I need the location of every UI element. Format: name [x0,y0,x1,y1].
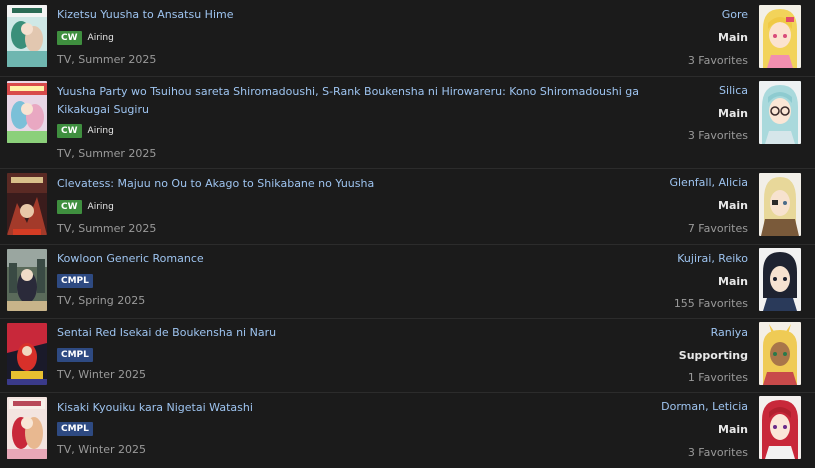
list-status-badge: CMPL [57,273,93,288]
character-role: Main [718,31,748,44]
favorites-count: 3 Favorites [687,129,748,142]
anime-title[interactable]: Sentai Red Isekai de Boukensha ni Naru [57,324,642,342]
character-role: Main [718,107,748,120]
favorites-count: 7 Favorites [687,222,748,235]
list-item: Kisaki Kyouiku kara Nigetai Watashi CMPL… [0,392,815,468]
dark-hair-girl-portrait[interactable] [759,248,801,311]
anime-cover-image[interactable] [7,81,47,143]
anime-format-season: TV, Summer 2025 [57,53,157,66]
anime-format-season: TV, Summer 2025 [57,222,157,235]
anime-title[interactable]: Clevatess: Majuu no Ou to Akago to Shika… [57,175,642,193]
status-badges: CW Airing [57,30,114,45]
airing-status: Airing [87,32,114,43]
favorites-count: 155 Favorites [673,297,748,310]
anime-cover-image[interactable] [7,397,47,459]
list-status-badge: CMPL [57,421,93,436]
status-badges: CW Airing [57,123,114,138]
anime-format-season: TV, Spring 2025 [57,294,146,307]
list-item: Kizetsu Yuusha to Ansatsu Hime CW Airing… [0,0,815,76]
character-name[interactable]: Gore [722,8,748,21]
anime-cover-image[interactable] [7,173,47,235]
character-name[interactable]: Raniya [711,326,748,339]
character-name[interactable]: Silica [719,84,748,97]
status-badges: CMPL [57,273,93,288]
airing-status: Airing [87,201,114,212]
list-status-badge: CW [57,30,82,45]
character-name[interactable]: Kujirai, Reiko [677,252,748,265]
favorites-count: 3 Favorites [687,54,748,67]
anime-cover-image[interactable] [7,249,47,311]
character-name[interactable]: Dorman, Leticia [661,400,748,413]
list-status-badge: CW [57,123,82,138]
teal-hair-glasses-girl-portrait[interactable] [759,81,801,144]
anime-format-season: TV, Winter 2025 [57,368,146,381]
anime-title[interactable]: Kizetsu Yuusha to Ansatsu Hime [57,6,642,24]
favorites-count: 3 Favorites [687,446,748,459]
red-hair-girl-portrait[interactable] [759,396,801,459]
favorites-count: 1 Favorites [687,371,748,384]
character-role: Main [718,275,748,288]
character-role: Supporting [678,349,748,362]
character-name[interactable]: Glenfall, Alicia [669,176,748,189]
airing-status: Airing [87,125,114,136]
character-role: Main [718,423,748,436]
blonde-bunny-girl-portrait[interactable] [759,322,801,385]
blonde-girl-portrait[interactable] [759,5,801,68]
status-badges: CMPL [57,347,93,362]
blonde-eyepatch-girl-portrait[interactable] [759,173,801,236]
list-status-badge: CMPL [57,347,93,362]
list-item: Kowloon Generic Romance CMPL TV, Spring … [0,244,815,318]
anime-cover-image[interactable] [7,5,47,67]
list-item: Yuusha Party wo Tsuihou sareta Shiromado… [0,76,815,168]
anime-cover-image[interactable] [7,323,47,385]
character-role: Main [718,199,748,212]
status-badges: CW Airing [57,199,114,214]
anime-format-season: TV, Summer 2025 [57,147,157,160]
anime-title[interactable]: Yuusha Party wo Tsuihou sareta Shiromado… [57,83,642,119]
anime-format-season: TV, Winter 2025 [57,443,146,456]
list-item: Sentai Red Isekai de Boukensha ni Naru C… [0,318,815,392]
anime-title[interactable]: Kisaki Kyouiku kara Nigetai Watashi [57,399,642,417]
anime-title[interactable]: Kowloon Generic Romance [57,250,642,268]
list-item: Clevatess: Majuu no Ou to Akago to Shika… [0,168,815,244]
list-status-badge: CW [57,199,82,214]
status-badges: CMPL [57,421,93,436]
